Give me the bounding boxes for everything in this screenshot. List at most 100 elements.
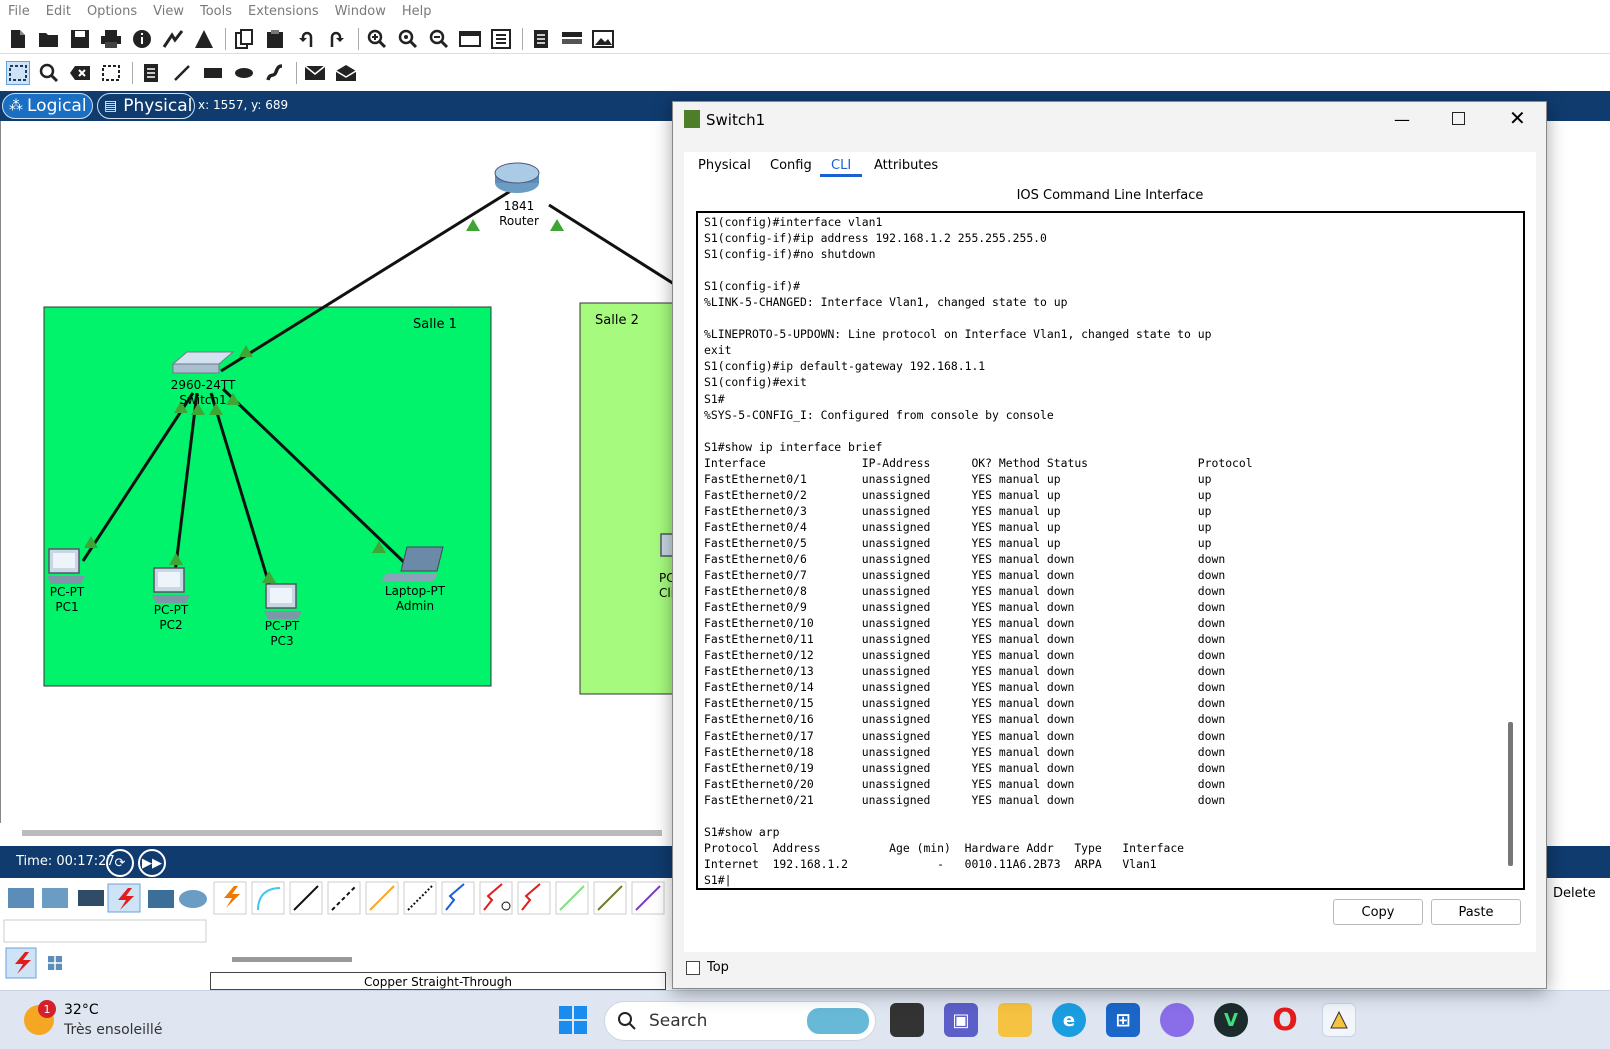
new-file-icon[interactable] [6, 27, 30, 51]
menu-window[interactable]: Window [335, 4, 386, 19]
folder-icon[interactable] [998, 1003, 1032, 1037]
tab-cli[interactable]: CLI [831, 158, 851, 173]
close-icon[interactable]: ✕ [1509, 106, 1526, 130]
menu-options[interactable]: Options [87, 4, 137, 19]
tab-physical[interactable]: Physical [698, 158, 751, 173]
copy-button[interactable]: Copy [1333, 899, 1423, 925]
console-cable-icon[interactable] [251, 881, 285, 915]
top-checkbox[interactable] [686, 961, 700, 975]
zoom-out-icon[interactable] [427, 27, 451, 51]
packet-tracer-icon[interactable] [1322, 1003, 1356, 1037]
select-icon[interactable] [6, 61, 30, 85]
custom-devices-icon[interactable] [489, 27, 513, 51]
copy-icon[interactable] [232, 27, 256, 51]
menu-view[interactable]: View [153, 4, 184, 19]
print-icon[interactable] [99, 27, 123, 51]
drawing-palette-icon[interactable] [458, 27, 482, 51]
multiuser-icon[interactable] [179, 890, 207, 908]
vpn-icon[interactable]: V [1214, 1003, 1248, 1037]
end-devices-icon[interactable] [42, 888, 68, 908]
zoom-reset-icon[interactable] [396, 27, 420, 51]
paste-icon[interactable] [263, 27, 287, 51]
network-devices-icon[interactable] [8, 888, 34, 908]
redo-icon[interactable] [325, 27, 349, 51]
complex-pdu-icon[interactable] [334, 61, 358, 85]
auto-cable-icon[interactable] [213, 881, 247, 915]
freeform-icon[interactable] [263, 61, 287, 85]
open-folder-icon[interactable] [37, 27, 61, 51]
info-icon[interactable] [130, 27, 154, 51]
paste-button[interactable]: Paste [1431, 899, 1521, 925]
menu-edit[interactable]: Edit [46, 4, 71, 19]
note-icon[interactable] [139, 61, 163, 85]
weather-description[interactable]: Très ensoleillé [64, 1022, 162, 1038]
edge-icon[interactable]: e [1052, 1003, 1086, 1037]
copper-straight-icon[interactable] [289, 881, 323, 915]
weather-temperature[interactable]: 32°C [64, 1002, 99, 1018]
power-cycle-icon[interactable]: ⟳ [106, 849, 134, 877]
ellipse-icon[interactable] [232, 61, 256, 85]
tab-config[interactable]: Config [770, 158, 812, 173]
terminal-line: S1# [704, 391, 725, 406]
cli-terminal[interactable]: S1(config)#interface vlan1 S1(config-if)#… [696, 211, 1525, 890]
physical-mode-icon: ▤ [104, 98, 118, 114]
fiber-icon[interactable] [365, 881, 399, 915]
cable-list-scrollbar[interactable] [232, 957, 352, 962]
line-icon[interactable] [170, 61, 194, 85]
taskbar-search[interactable]: Search [604, 1001, 876, 1041]
phone-cable-icon[interactable] [403, 881, 437, 915]
menu-extensions[interactable]: Extensions [248, 4, 319, 19]
misc-icon[interactable] [148, 890, 174, 908]
connections-icon[interactable] [107, 883, 141, 913]
pc1-icon[interactable] [47, 548, 85, 584]
network-wizard-icon[interactable] [161, 27, 185, 51]
copper-cross-icon[interactable] [327, 881, 361, 915]
menu-help[interactable]: Help [402, 4, 432, 19]
windows-start-icon[interactable] [556, 1003, 590, 1037]
activity-wizard-icon[interactable] [192, 27, 216, 51]
coaxial-icon[interactable] [441, 881, 475, 915]
screenshot-icon[interactable] [591, 27, 615, 51]
opera-icon[interactable]: O [1268, 1003, 1302, 1038]
terminal-line: Interface IP-Address OK? Method Status P… [704, 455, 1253, 470]
copilot-icon[interactable] [1160, 1003, 1194, 1037]
device-search-field[interactable] [3, 919, 207, 943]
pdu-list-icon[interactable] [529, 27, 553, 51]
menu-tools[interactable]: Tools [200, 4, 232, 19]
grid-icon[interactable] [48, 956, 62, 970]
minimize-icon[interactable]: — [1394, 110, 1410, 129]
undo-icon[interactable] [294, 27, 318, 51]
simple-pdu-icon[interactable] [303, 61, 327, 85]
pc3-icon[interactable] [264, 583, 302, 619]
router-label: 1841 Router [499, 199, 539, 229]
menu-file[interactable]: File [8, 4, 30, 19]
pc2-type: PC-PT [153, 603, 189, 617]
inspect-icon[interactable] [37, 61, 61, 85]
pc2-icon[interactable] [152, 567, 190, 603]
task-view-icon[interactable] [890, 1003, 924, 1037]
components-icon[interactable] [78, 890, 104, 906]
delete-icon[interactable] [68, 61, 92, 85]
logical-mode-button[interactable]: ⁂ Logical [2, 93, 93, 119]
pdu-delete-label[interactable]: Delete [1553, 886, 1596, 901]
router-icon[interactable] [494, 162, 540, 193]
workspace-horizontal-scrollbar[interactable] [22, 830, 662, 836]
octal-cable-icon[interactable] [555, 881, 589, 915]
connections-sub-icon[interactable] [5, 947, 37, 979]
physical-mode-button[interactable]: ▤ Physical [97, 93, 195, 119]
serial-dce-icon[interactable] [479, 881, 513, 915]
cluster-icon[interactable] [560, 27, 584, 51]
tab-attributes[interactable]: Attributes [874, 158, 938, 173]
resize-icon[interactable] [99, 61, 123, 85]
zoom-in-icon[interactable] [365, 27, 389, 51]
serial-dte-icon[interactable] [517, 881, 551, 915]
save-icon[interactable] [68, 27, 92, 51]
terminal-scrollbar[interactable] [1508, 722, 1513, 866]
usb-cable-icon[interactable] [631, 881, 665, 915]
fast-forward-icon[interactable]: ▶▶ [138, 849, 166, 877]
teams-icon[interactable]: ▣ [944, 1003, 978, 1037]
store-icon[interactable]: ⊞ [1106, 1003, 1140, 1037]
iot-cable-icon[interactable] [593, 881, 627, 915]
rectangle-icon[interactable] [201, 61, 225, 85]
maximize-icon[interactable] [1452, 112, 1465, 125]
